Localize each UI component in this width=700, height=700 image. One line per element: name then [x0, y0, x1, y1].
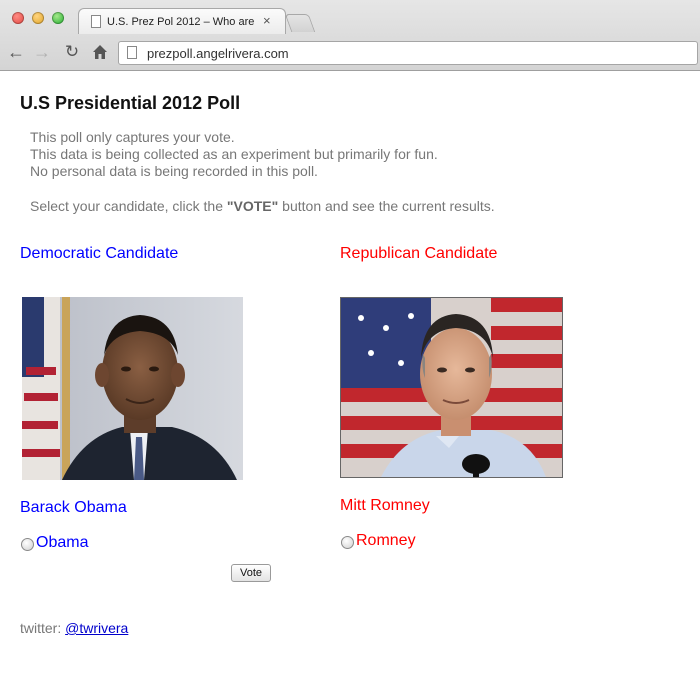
url-text[interactable]: prezpoll.angelrivera.com	[147, 46, 289, 62]
page-icon	[127, 46, 137, 59]
intro-line: This data is being collected as an exper…	[30, 146, 438, 162]
democratic-candidate-name: Barack Obama	[20, 499, 127, 516]
twitter-link[interactable]: @twrivera	[65, 620, 128, 636]
vote-button[interactable]: Vote	[231, 564, 271, 582]
intro-text: This poll only captures your vote. This …	[30, 129, 438, 180]
close-window-button[interactable]	[12, 12, 24, 24]
instruction-text: Select your candidate, click the "VOTE" …	[30, 198, 495, 214]
new-tab-icon[interactable]	[284, 14, 316, 32]
twitter-footer: twitter: @twrivera	[20, 620, 128, 636]
obama-photo	[22, 297, 243, 480]
romney-option[interactable]: Romney	[341, 532, 416, 550]
romney-photo	[340, 297, 563, 478]
page-icon	[91, 15, 101, 28]
obama-option[interactable]: Obama	[21, 534, 88, 552]
home-icon[interactable]	[90, 42, 110, 62]
minimize-window-button[interactable]	[32, 12, 44, 24]
back-arrow-icon[interactable]: ←	[6, 42, 26, 62]
instruction-before: Select your candidate, click the	[30, 198, 227, 214]
reload-icon[interactable]: ↻	[62, 42, 82, 62]
zoom-window-button[interactable]	[52, 12, 64, 24]
tab-title: U.S. Prez Pol 2012 – Who are	[107, 16, 255, 28]
instruction-emphasis: "VOTE"	[226, 198, 279, 214]
close-icon[interactable]: ×	[263, 13, 271, 29]
intro-line: This poll only captures your vote.	[30, 129, 235, 145]
intro-line: No personal data is being recorded in th…	[30, 163, 318, 179]
browser-chrome: U.S. Prez Pol 2012 – Who are × ← → ↻ pre…	[0, 0, 700, 71]
browser-tab[interactable]: U.S. Prez Pol 2012 – Who are ×	[78, 8, 286, 34]
address-bar[interactable]: prezpoll.angelrivera.com	[118, 41, 698, 65]
republican-candidate-name: Mitt Romney	[340, 497, 430, 514]
democratic-heading: Democratic Candidate	[20, 245, 179, 262]
page-content: U.S Presidential 2012 Poll This poll onl…	[0, 71, 700, 700]
forward-arrow-icon[interactable]: →	[32, 42, 52, 62]
page-title: U.S Presidential 2012 Poll	[20, 93, 241, 113]
romney-radio[interactable]	[341, 535, 354, 549]
republican-heading: Republican Candidate	[340, 245, 498, 262]
obama-radio-label[interactable]: Obama	[36, 534, 88, 552]
instruction-after: button and see the current results.	[278, 198, 495, 214]
obama-radio[interactable]	[21, 537, 34, 551]
twitter-label: twitter:	[20, 620, 66, 636]
romney-radio-label[interactable]: Romney	[356, 532, 416, 550]
